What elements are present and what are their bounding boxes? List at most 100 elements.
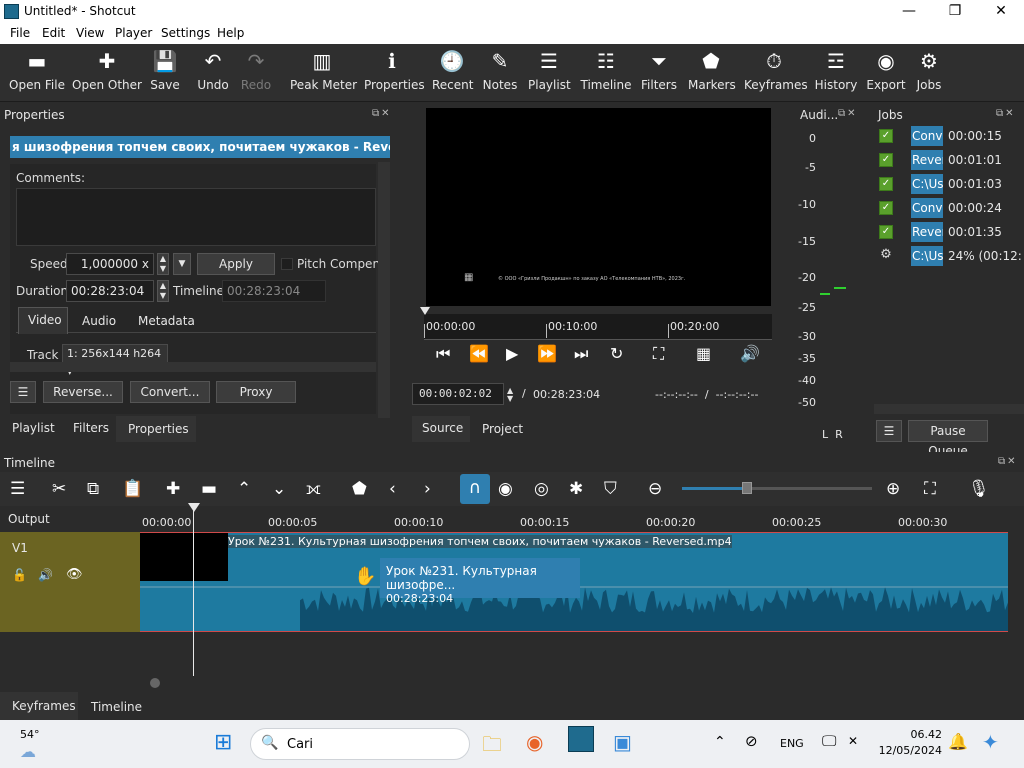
recent-button[interactable]: 🕘 Recent xyxy=(432,44,473,102)
cut-icon[interactable]: ✂ xyxy=(52,479,66,499)
ripple-icon[interactable]: ◎ xyxy=(534,479,549,499)
redo-button[interactable]: ↷ Redo xyxy=(238,44,274,102)
tab-metadata[interactable]: Metadata xyxy=(138,314,195,328)
maximize-button[interactable]: ❐ xyxy=(932,0,978,23)
network-icon[interactable]: ⊘ xyxy=(745,732,758,750)
open-file-button[interactable]: ▬ Open File xyxy=(8,44,66,102)
duration-input[interactable]: 00:28:23:04 xyxy=(66,280,154,302)
tab-project[interactable]: Project xyxy=(482,422,523,436)
skip-previous-icon[interactable]: ⏮ xyxy=(436,344,450,364)
jobs-button[interactable]: ⚙ Jobs xyxy=(912,44,946,102)
tab-audio[interactable]: Audio xyxy=(82,314,116,328)
properties-vertical-scrollbar[interactable] xyxy=(378,162,390,418)
jobs-horizontal-scrollbar[interactable] xyxy=(874,404,1024,414)
play-icon[interactable]: ▶ xyxy=(506,344,518,363)
menu-help[interactable]: Help xyxy=(217,26,244,40)
export-button[interactable]: ◉ Export xyxy=(866,44,906,102)
job-row[interactable]: ✓ Revers 00:01:35 xyxy=(874,221,1024,243)
copilot-icon[interactable]: ✦ xyxy=(982,730,999,754)
file-explorer-icon[interactable]: 🗀 xyxy=(482,730,502,764)
speed-input[interactable]: 1,000000 x xyxy=(66,253,154,275)
fast-forward-icon[interactable]: ⏩ xyxy=(537,344,557,363)
reverse-button[interactable]: Reverse... xyxy=(43,381,123,403)
filters-button[interactable]: ⏷ Filters xyxy=(640,44,678,102)
convert-button[interactable]: Convert... xyxy=(130,381,210,403)
pitch-compensation-checkbox[interactable] xyxy=(281,258,293,270)
timeline-playhead[interactable] xyxy=(193,506,194,676)
marker-icon[interactable]: ⬟ xyxy=(352,479,367,499)
notes-button[interactable]: ✎ Notes xyxy=(482,44,518,102)
properties-menu-button[interactable]: ☰ xyxy=(10,381,36,403)
apply-button[interactable]: Apply xyxy=(197,253,275,275)
zoom-slider-handle[interactable] xyxy=(742,482,752,494)
save-button[interactable]: 💾 Save xyxy=(146,44,184,102)
zoom-in-icon[interactable]: ⊕ xyxy=(886,479,900,499)
pause-queue-button[interactable]: Pause Queue xyxy=(908,420,988,458)
open-other-button[interactable]: ✚ Open Other xyxy=(72,44,142,102)
zoom-fit-timeline-icon[interactable]: ⛶ xyxy=(924,479,936,499)
timeline-ruler[interactable]: 00:00:00 00:00:05 00:00:10 00:00:15 00:0… xyxy=(140,506,1024,532)
job-row[interactable]: ✓ Revers 00:01:01 xyxy=(874,149,1024,171)
duration-stepper[interactable]: ▲ ▼ xyxy=(157,280,169,302)
weather-temp[interactable]: 54° xyxy=(20,728,40,741)
timeline-playhead-handle[interactable] xyxy=(188,503,200,512)
menu-view[interactable]: View xyxy=(76,26,104,40)
notification-bell-icon[interactable]: 🔔 xyxy=(948,732,968,751)
volume-icon[interactable]: 🔊 xyxy=(740,344,760,363)
paste-icon[interactable]: 📋 xyxy=(122,479,143,499)
copy-icon[interactable]: ⧉ xyxy=(87,479,99,499)
job-row[interactable]: ✓ Conve 00:00:15 xyxy=(874,125,1024,147)
scrub-icon[interactable]: ◉ xyxy=(498,479,513,499)
player-ruler[interactable]: 00:00:00 00:10:00 00:20:00 xyxy=(424,314,772,340)
zoom-fit-icon[interactable]: ⛶ xyxy=(653,344,664,364)
ripple-markers-icon[interactable]: ⛉ xyxy=(604,479,617,499)
append-icon[interactable]: ✚ xyxy=(166,479,180,499)
rewind-icon[interactable]: ⏪ xyxy=(469,344,489,363)
mute-icon[interactable]: 🔊 xyxy=(38,568,53,582)
tab-timeline[interactable]: Timeline xyxy=(91,700,142,714)
timeline-dock-buttons[interactable]: ⧉✕ xyxy=(998,456,1018,467)
track-header-v1[interactable]: V1 🔓 🔊 👁 xyxy=(0,532,140,632)
history-button[interactable]: ☲ History xyxy=(814,44,858,102)
jobs-dock-buttons[interactable]: ⧉✕ xyxy=(996,108,1016,119)
firefox-icon[interactable]: ◉ xyxy=(526,730,543,754)
taskbar-search-box[interactable]: 🔍 Cari xyxy=(250,728,470,760)
tab-keyframes[interactable]: Keyframes xyxy=(12,699,76,713)
tab-video[interactable]: Video xyxy=(28,313,62,327)
tab-filters[interactable]: Filters xyxy=(73,421,109,435)
record-audio-icon[interactable]: 🎙 xyxy=(968,479,990,499)
properties-button[interactable]: ℹ Properties xyxy=(364,44,425,102)
playlist-button[interactable]: ☰ Playlist xyxy=(528,44,571,102)
snap-icon[interactable]: ∩ xyxy=(460,474,490,504)
menu-edit[interactable]: Edit xyxy=(42,26,65,40)
properties-dock-buttons[interactable]: ⧉✕ xyxy=(372,108,392,119)
markers-button[interactable]: ⬟ Markers xyxy=(688,44,736,102)
video-preview[interactable]: ▦ © ООО «Гризли Продакшн» по заказу АО «… xyxy=(426,108,771,306)
display-icon[interactable]: 🖵 xyxy=(822,732,836,750)
shotcut-taskbar-icon[interactable] xyxy=(568,726,594,752)
tab-source[interactable]: Source xyxy=(422,421,463,435)
job-row[interactable]: ✓ C:\Use 00:01:03 xyxy=(874,173,1024,195)
lock-icon[interactable]: 🔓 xyxy=(12,568,27,582)
undo-button[interactable]: ↶ Undo xyxy=(194,44,232,102)
split-icon[interactable]: ⟗ xyxy=(306,479,321,499)
proxy-button[interactable]: Proxy xyxy=(216,381,296,403)
comments-textarea[interactable] xyxy=(16,188,376,246)
close-button[interactable]: ✕ xyxy=(978,0,1024,23)
tab-properties[interactable]: Properties xyxy=(128,422,189,436)
next-marker-icon[interactable]: › xyxy=(424,479,431,499)
menu-file[interactable]: File xyxy=(10,26,30,40)
timeline-menu-icon[interactable]: ☰ xyxy=(10,479,25,499)
language-indicator[interactable]: ENG xyxy=(780,737,804,750)
clock-date[interactable]: 12/05/2024 xyxy=(878,744,942,757)
remove-icon[interactable]: ▬ xyxy=(201,479,217,499)
overwrite-icon[interactable]: ⌄ xyxy=(272,479,286,499)
loop-icon[interactable]: ↻ xyxy=(610,344,623,363)
zoom-out-icon[interactable]: ⊖ xyxy=(648,479,662,499)
clock-time[interactable]: 06.42 xyxy=(878,728,943,741)
keyframes-button[interactable]: ⏱ Keyframes xyxy=(744,44,808,102)
windows-start-icon[interactable]: ⊞ xyxy=(214,730,232,755)
timeline-horizontal-scrollbar[interactable] xyxy=(150,678,160,688)
photos-icon[interactable]: ▣ xyxy=(613,730,632,754)
menu-settings[interactable]: Settings xyxy=(161,26,210,40)
